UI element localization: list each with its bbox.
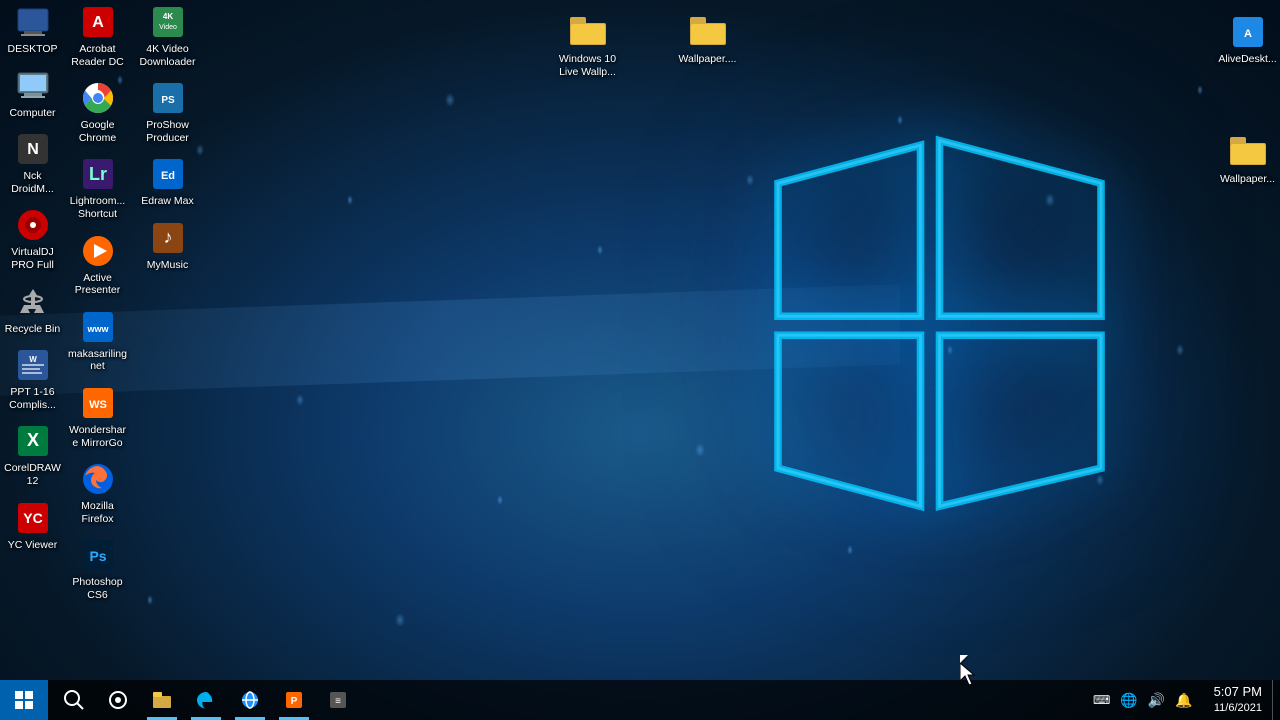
icon-label-wondershare: Wondershare MirrorGo (67, 424, 128, 449)
right-icons: A AliveDeskt... Wallpaper... (1215, 10, 1280, 189)
icon-4kvideo[interactable]: 4K Video 4K Video Downloader (135, 0, 200, 72)
svg-text:4K: 4K (162, 12, 172, 21)
svg-text:P: P (291, 696, 298, 707)
icon-label-edraw: Edraw Max (141, 195, 194, 208)
icon-label-virtualdj: VirtualDJ PRO Full (2, 246, 63, 271)
svg-text:A: A (1244, 28, 1252, 40)
taskbar-file-explorer[interactable] (140, 680, 184, 720)
taskbar-pinned: P ≡ (48, 680, 364, 720)
icon-nck[interactable]: N Nck DroidM... (0, 127, 65, 199)
icon-proshow[interactable]: PS ProShow Producer (135, 76, 200, 148)
svg-text:X: X (26, 430, 38, 450)
taskbar-search[interactable] (52, 680, 96, 720)
icon-label-makasariling: makasariling net (67, 348, 128, 373)
taskbar: P ≡ ⌨ 🌐 🔊 🔔 5:07 PM 11/6/2021 (0, 680, 1280, 720)
svg-text:A: A (92, 14, 104, 31)
taskbar-edge[interactable] (184, 680, 228, 720)
icon-label-alivedeskt: AliveDeskt... (1218, 53, 1276, 66)
icon-firefox[interactable]: Mozilla Firefox (65, 457, 130, 529)
svg-text:Ps: Ps (89, 548, 106, 564)
icon-label-ycviewer: YC Viewer (8, 539, 57, 552)
icon-col-0: DESKTOP Computer N Nck DroidM... Virtual… (0, 0, 65, 555)
tray-network[interactable]: 🌐 (1117, 692, 1140, 709)
icon-mymusic[interactable]: ♪ MyMusic (135, 216, 200, 276)
icon-label-lightroom: Lightroom... Shortcut (67, 195, 128, 220)
icon-wallpaper2[interactable]: Wallpaper... (1215, 130, 1280, 190)
start-button[interactable] (0, 680, 48, 720)
desktop-area: DESKTOP Computer N Nck DroidM... Virtual… (0, 0, 1280, 680)
svg-text:W: W (29, 355, 37, 364)
icon-col-2: 4K Video 4K Video Downloader PS ProShow P… (135, 0, 200, 276)
icon-acrobat[interactable]: A Acrobat Reader DC (65, 0, 130, 72)
icon-chrome[interactable]: Google Chrome (65, 76, 130, 148)
icon-label-proshow: ProShow Producer (137, 119, 198, 144)
taskbar-clock[interactable]: 5:07 PM 11/6/2021 (1204, 684, 1272, 715)
svg-text:Ed: Ed (160, 170, 174, 182)
icon-col-1: A Acrobat Reader DC Google Chrome Lr (65, 0, 130, 606)
icon-edraw[interactable]: Ed Edraw Max (135, 152, 200, 212)
svg-text:PS: PS (161, 95, 175, 106)
icon-computer[interactable]: Computer (0, 64, 65, 124)
svg-text:N: N (27, 141, 39, 158)
svg-text:WS: WS (89, 399, 107, 411)
icon-label-computer: Computer (9, 107, 55, 120)
taskbar-ie[interactable] (228, 680, 272, 720)
icon-label-nck: Nck DroidM... (2, 170, 63, 195)
icon-label-win10live: Windows 10 Live Wallp... (557, 53, 618, 78)
svg-text:Video: Video (159, 24, 177, 31)
icon-win10live[interactable]: Windows 10 Live Wallp... (555, 10, 620, 82)
icon-makasariling[interactable]: www makasariling net (65, 305, 130, 377)
icon-virtualdj[interactable]: VirtualDJ PRO Full (0, 203, 65, 275)
icon-label-coreldraw: CorelDRAW 12 (2, 462, 63, 487)
svg-text:≡: ≡ (335, 696, 341, 707)
svg-text:YC: YC (23, 510, 42, 526)
icon-coreldraw[interactable]: X CorelDRAW 12 (0, 419, 65, 491)
icon-recycle[interactable]: Recycle Bin (0, 280, 65, 340)
icon-label-firefox: Mozilla Firefox (67, 500, 128, 525)
icon-label-photoshop: Photoshop CS6 (67, 576, 128, 601)
tray-volume[interactable]: 🔊 (1145, 692, 1168, 709)
taskbar-app5[interactable]: P (272, 680, 316, 720)
show-desktop-button[interactable] (1272, 680, 1280, 720)
icon-pt116[interactable]: W PPT 1-16 Complis... (0, 343, 65, 415)
icon-active[interactable]: Active Presenter (65, 229, 130, 301)
tray-keyboard[interactable]: ⌨ (1090, 693, 1113, 707)
icon-desktop[interactable]: DESKTOP (0, 0, 65, 60)
svg-text:Lr: Lr (89, 164, 107, 184)
icon-alivedeskt[interactable]: A AliveDeskt... (1215, 10, 1280, 70)
icon-ycviewer[interactable]: YC YC Viewer (0, 496, 65, 556)
top-folders: Windows 10 Live Wallp... Wallpaper.... (555, 10, 740, 82)
icon-photoshop[interactable]: Ps Photoshop CS6 (65, 533, 130, 605)
clock-time: 5:07 PM (1214, 684, 1262, 701)
taskbar-app6[interactable]: ≡ (316, 680, 360, 720)
icon-label-wallpaper2: Wallpaper... (1220, 173, 1275, 186)
icon-label-4kvideo: 4K Video Downloader (137, 43, 198, 68)
icon-lightroom[interactable]: Lr Lightroom... Shortcut (65, 152, 130, 224)
taskbar-tray: ⌨ 🌐 🔊 🔔 (1082, 680, 1204, 720)
taskbar-cortana[interactable] (96, 680, 140, 720)
icon-label-active: Active Presenter (67, 272, 128, 297)
icon-label-wallpaper1: Wallpaper.... (679, 53, 737, 66)
svg-text:♪: ♪ (163, 227, 172, 247)
svg-text:www: www (86, 324, 109, 334)
icon-label-recycle: Recycle Bin (5, 323, 60, 336)
icon-label-chrome: Google Chrome (67, 119, 128, 144)
clock-date: 11/6/2021 (1214, 701, 1262, 715)
tray-notification[interactable]: 🔔 (1172, 692, 1195, 709)
icon-label-desktop: DESKTOP (8, 43, 58, 56)
icon-wallpaper1[interactable]: Wallpaper.... (675, 10, 740, 82)
icon-label-pt116: PPT 1-16 Complis... (2, 386, 63, 411)
icon-label-acrobat: Acrobat Reader DC (67, 43, 128, 68)
icon-wondershare[interactable]: WS Wondershare MirrorGo (65, 381, 130, 453)
icon-label-mymusic: MyMusic (147, 259, 188, 272)
